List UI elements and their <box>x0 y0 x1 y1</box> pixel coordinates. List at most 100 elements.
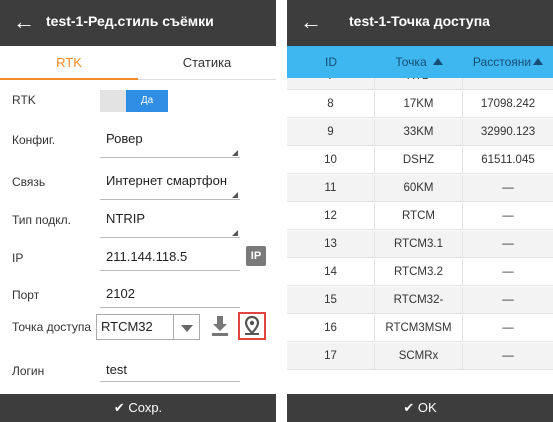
mode-tabs: RTK Статика <box>0 46 276 80</box>
rtk-toggle[interactable]: Да <box>100 90 168 112</box>
ip-label: IP <box>12 251 24 265</box>
table-row[interactable]: 14 RTCM3.2 — <box>287 259 553 286</box>
survey-style-edit-screen: ← test-1-Ред.стиль съёмки RTK Статика RT… <box>0 0 276 422</box>
access-point-input[interactable]: RTCM32 <box>96 314 174 340</box>
config-underline <box>100 157 240 158</box>
login-label: Логин <box>12 364 45 378</box>
table-row[interactable]: 13 RTCM3.1 — <box>287 231 553 258</box>
port-label: Порт <box>12 288 40 302</box>
cell-distance: — <box>502 210 514 222</box>
cell-point: 33KM <box>375 119 463 146</box>
cell-id: 16 <box>287 315 375 342</box>
ip-row: IP 211.144.118.5 IP <box>0 242 276 276</box>
cell-distance: — <box>502 350 514 362</box>
conn-type-value[interactable]: NTRIP <box>106 211 145 226</box>
sort-up-icon <box>432 58 443 65</box>
cell-distance: — <box>502 294 514 306</box>
config-label: Конфиг. <box>12 133 56 147</box>
access-point-row: Точка доступа RTCM32 <box>0 311 276 345</box>
access-point-value: RTCM32 <box>101 319 153 334</box>
dropdown-triangle-icon <box>181 325 193 332</box>
table-row[interactable]: 9 33KM 32990.123 <box>287 119 553 146</box>
config-value[interactable]: Ровер <box>106 131 143 146</box>
ip-button[interactable]: IP <box>246 246 266 266</box>
cell-distance: — <box>502 238 514 250</box>
table-row[interactable]: 10 DSHZ 61511.045 <box>287 147 553 174</box>
screen-title: test-1-Ред.стиль съёмки <box>46 13 214 29</box>
cell-id: 8 <box>287 91 375 118</box>
location-pin-button[interactable] <box>238 312 266 340</box>
table-row[interactable]: 12 RTCM — <box>287 203 553 230</box>
back-arrow-icon[interactable]: ← <box>299 8 323 36</box>
cell-point: DSHZ <box>375 147 463 174</box>
table-header: ID Точка Расстояни <box>287 46 553 78</box>
rtk-row: RTK Да <box>0 84 276 118</box>
tab-static[interactable]: Статика <box>138 46 276 80</box>
cell-point: RTD <box>375 78 463 90</box>
table-row[interactable]: 7RTD— <box>287 78 553 90</box>
checkmark-icon: ✔ <box>113 400 125 415</box>
login-underline <box>100 381 240 382</box>
dropdown-corner-icon <box>232 192 238 198</box>
cell-id: 9 <box>287 119 375 146</box>
ok-button[interactable]: ✔ OK <box>287 394 553 422</box>
table-row[interactable]: 8 17KM 17098.242 <box>287 91 553 118</box>
cell-distance: 17098.242 <box>480 98 536 110</box>
table-row[interactable]: 15 RTCM32- — <box>287 287 553 314</box>
port-input[interactable]: 2102 <box>106 286 135 301</box>
back-arrow-icon[interactable]: ← <box>12 8 36 36</box>
login-row: Логин test <box>0 355 276 389</box>
config-row[interactable]: Конфиг. Ровер <box>0 124 276 158</box>
column-header-id[interactable]: ID <box>287 46 375 78</box>
login-input[interactable]: test <box>106 362 127 377</box>
cell-id: 13 <box>287 231 375 258</box>
link-row[interactable]: Связь Интернет смартфон <box>0 166 276 200</box>
save-button[interactable]: ✔ Сохр. <box>0 394 276 422</box>
access-point-dropdown[interactable] <box>174 314 200 340</box>
conn-type-underline <box>100 237 240 238</box>
dropdown-corner-icon <box>232 150 238 156</box>
checkmark-icon: ✔ <box>403 400 415 415</box>
cell-id: 7 <box>287 78 375 90</box>
cell-distance: — <box>502 322 514 334</box>
link-underline <box>100 199 240 200</box>
cell-id: 14 <box>287 259 375 286</box>
link-value[interactable]: Интернет смартфон <box>106 173 227 188</box>
cell-id: 12 <box>287 203 375 230</box>
download-icon[interactable] <box>210 315 230 337</box>
table-row[interactable]: 11 60KM — <box>287 175 553 202</box>
table-row[interactable]: 16 RTCM3MSM — <box>287 315 553 342</box>
tab-rtk[interactable]: RTK <box>0 46 138 80</box>
cell-distance: — <box>463 78 553 90</box>
cell-id: 10 <box>287 147 375 174</box>
column-header-distance[interactable]: Расстояни <box>463 46 553 78</box>
cell-distance: 32990.123 <box>480 126 536 138</box>
column-header-point[interactable]: Точка <box>375 46 463 78</box>
cell-point: 17KM <box>375 91 463 118</box>
conn-type-label: Тип подкл. <box>12 213 71 227</box>
cell-point: RTCM <box>375 203 463 230</box>
access-point-table: 7RTD—817KM17098.242933KM32990.12310DSHZ6… <box>287 78 553 394</box>
cell-point: RTCM32- <box>375 287 463 314</box>
save-label: Сохр. <box>128 400 163 415</box>
cell-point: 60KM <box>375 175 463 202</box>
cell-id: 17 <box>287 343 375 370</box>
table-row[interactable]: 17 SCMRx — <box>287 343 553 370</box>
cell-point: RTCM3MSM <box>375 315 463 342</box>
rtk-label: RTK <box>12 93 36 107</box>
conn-type-row[interactable]: Тип подкл. NTRIP <box>0 204 276 238</box>
cell-point: RTCM3.1 <box>375 231 463 258</box>
dropdown-corner-icon <box>232 230 238 236</box>
port-row: Порт 2102 <box>0 279 276 313</box>
ip-input[interactable]: 211.144.118.5 <box>106 249 187 264</box>
cell-point: SCMRx <box>375 343 463 370</box>
location-pin-icon <box>244 315 260 335</box>
cell-id: 11 <box>287 175 375 202</box>
access-point-label: Точка доступа <box>12 320 92 334</box>
title-bar: ← test-1-Точка доступа <box>287 0 553 46</box>
access-point-list-screen: ← test-1-Точка доступа ID Точка Расстоян… <box>287 0 553 422</box>
cell-id: 15 <box>287 287 375 314</box>
sort-up-icon <box>533 58 544 65</box>
cell-point: RTCM3.2 <box>375 259 463 286</box>
rtk-toggle-on: Да <box>126 90 168 112</box>
